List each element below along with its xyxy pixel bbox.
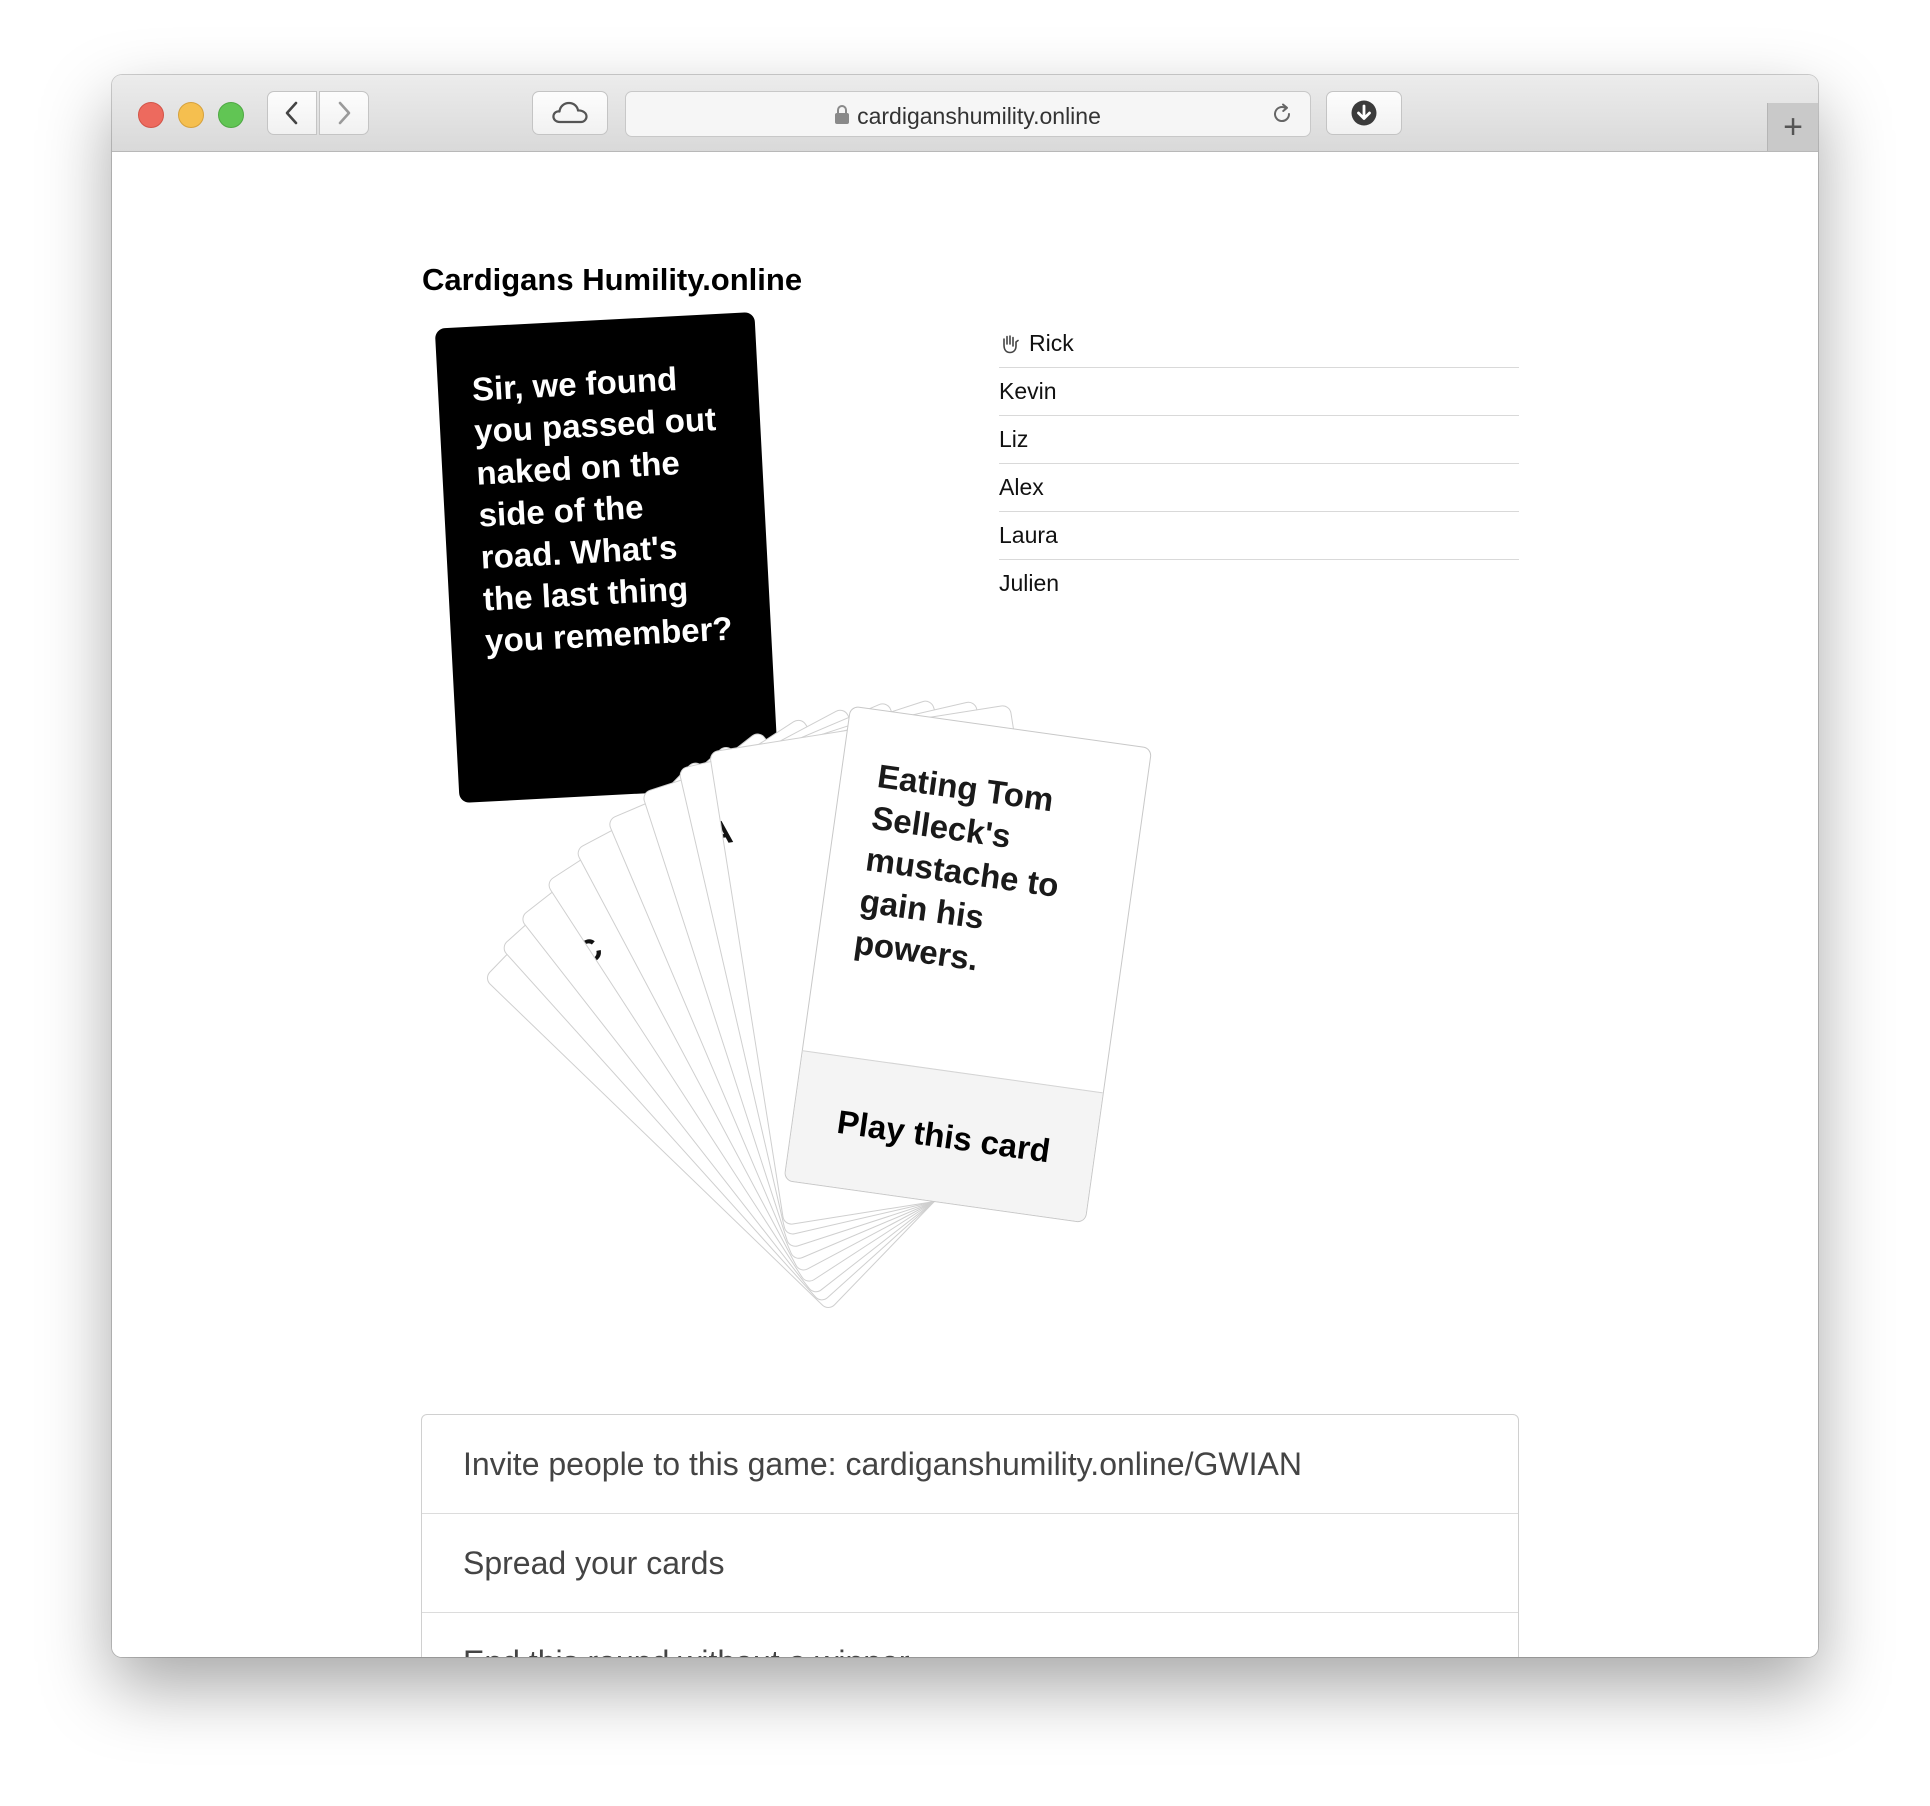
selected-hand-card[interactable]: Eating Tom Selleck's mustache to gain hi… — [783, 705, 1153, 1224]
player-name: Alex — [999, 474, 1044, 500]
answer-card-text: Eating Tom Selleck's mustache to gain hi… — [851, 757, 1062, 978]
page-content: Cardigans Humility.online Sir, we found … — [112, 152, 1818, 1657]
cloud-icon — [552, 101, 588, 124]
download-icon — [1351, 100, 1377, 126]
address-bar[interactable]: cardiganshumility.online — [625, 91, 1311, 137]
player-name: Laura — [999, 522, 1058, 548]
spread-cards-button[interactable]: Spread your cards — [422, 1514, 1518, 1613]
new-tab-button[interactable]: + — [1767, 103, 1818, 151]
downloads-button[interactable] — [1326, 91, 1402, 135]
forward-button[interactable] — [319, 91, 369, 135]
minimize-window-button[interactable] — [178, 102, 204, 128]
lock-icon — [835, 105, 850, 124]
back-button[interactable] — [267, 91, 317, 135]
game-actions: Invite people to this game: cardiganshum… — [421, 1414, 1519, 1657]
player-row: Liz — [999, 416, 1519, 464]
player-name: Rick — [1029, 330, 1074, 356]
invite-link[interactable]: Invite people to this game: cardiganshum… — [422, 1415, 1518, 1514]
address-text: cardiganshumility.online — [626, 103, 1310, 130]
chevron-right-icon — [338, 101, 351, 125]
player-row: Kevin — [999, 368, 1519, 416]
prompt-text: Sir, we found you passed out naked on th… — [471, 360, 734, 660]
icloud-tabs-button[interactable] — [532, 91, 608, 135]
maximize-window-button[interactable] — [218, 102, 244, 128]
player-row: Laura — [999, 512, 1519, 560]
reload-icon[interactable] — [1270, 102, 1294, 126]
close-window-button[interactable] — [138, 102, 164, 128]
browser-toolbar: cardiganshumility.online + — [112, 75, 1818, 152]
player-name: Liz — [999, 426, 1029, 452]
url-text: cardiganshumility.online — [857, 103, 1101, 129]
player-name: Kevin — [999, 378, 1057, 404]
player-list: Rick Kevin Liz Alex Laura Julien — [999, 320, 1519, 607]
black-prompt-card: Sir, we found you passed out naked on th… — [434, 311, 780, 804]
hand-icon — [1003, 334, 1019, 353]
browser-window: cardiganshumility.online + Cardigans Hum… — [112, 75, 1818, 1657]
player-row: Rick — [999, 320, 1519, 368]
page-title: Cardigans Humility.online — [422, 262, 803, 297]
player-name: Julien — [999, 570, 1060, 596]
player-row: Julien — [999, 560, 1519, 607]
player-row: Alex — [999, 464, 1519, 512]
chevron-left-icon — [285, 101, 298, 125]
end-round-button[interactable]: End this round without a winner — [422, 1613, 1518, 1657]
